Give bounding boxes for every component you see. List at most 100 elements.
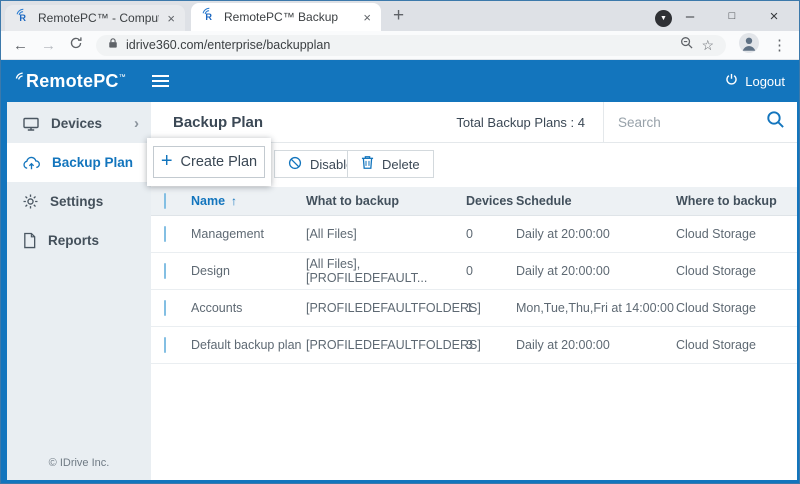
sidebar-item-label: Settings [50, 194, 103, 209]
remotepc-favicon: R [201, 7, 216, 27]
search-icon[interactable] [766, 110, 785, 134]
table-row[interactable]: Default backup plan [PROFILEDEFAULTFOLDE… [151, 327, 797, 364]
page-title: Backup Plan [151, 114, 263, 131]
row-checkbox[interactable] [164, 226, 166, 242]
row-checkbox[interactable] [164, 300, 166, 316]
table-row[interactable]: Accounts [PROFILEDEFAULTFOLDERS] 1 Mon,T… [151, 290, 797, 327]
cell-schedule: Mon,Tue,Thu,Fri at 14:00:00 [516, 301, 676, 315]
column-header-schedule[interactable]: Schedule [516, 194, 676, 208]
maximize-icon[interactable]: □ [711, 10, 753, 22]
tab-title: RemotePC™ - Computers [38, 11, 159, 25]
browser-toolbar: ← → idrive360.com/enterprise/backupplan … [1, 31, 799, 60]
total-backup-plans: Total Backup Plans : 4 [456, 115, 585, 130]
table-row[interactable]: Design [All Files],[PROFILEDEFAULT... 0 … [151, 253, 797, 290]
search-input[interactable] [616, 114, 758, 131]
sidebar-item-reports[interactable]: Reports [7, 221, 151, 260]
tab-close-icon[interactable]: × [167, 12, 175, 25]
cell-where-to-backup: Cloud Storage [676, 227, 797, 241]
cell-name: Accounts [191, 301, 306, 315]
cell-devices: 0 [466, 264, 516, 278]
app-body: Devices › Backup Plan Settings Reports [1, 102, 799, 483]
plus-icon: + [161, 151, 173, 171]
chevron-right-icon: › [134, 115, 139, 132]
cell-schedule: Daily at 20:00:00 [516, 338, 676, 352]
copyright-text: © IDrive Inc. [7, 457, 151, 469]
row-checkbox[interactable] [164, 263, 166, 279]
cloud-upload-icon [22, 155, 41, 171]
disable-icon [288, 156, 302, 173]
sidebar-item-settings[interactable]: Settings [7, 182, 151, 221]
sidebar-item-label: Reports [48, 233, 99, 248]
create-plan-label: Create Plan [181, 154, 258, 170]
cell-what-to-backup: [All Files],[PROFILEDEFAULT... [306, 257, 466, 285]
trash-icon [361, 155, 374, 173]
row-checkbox[interactable] [164, 337, 166, 353]
tab-title: RemotePC™ Backup [224, 10, 355, 24]
main-content: Backup Plan Total Backup Plans : 4 + Cre… [151, 102, 797, 480]
table-header: Name ↑ What to backup Devices Schedule W… [151, 187, 797, 216]
sidebar-item-label: Devices [51, 116, 102, 131]
cell-name: Management [191, 227, 306, 241]
cell-name: Default backup plan [191, 338, 306, 352]
column-header-where-to-backup[interactable]: Where to backup [676, 194, 797, 208]
window-close-icon[interactable]: × [753, 8, 795, 25]
svg-text:R: R [19, 13, 26, 23]
back-icon[interactable]: ← [13, 38, 28, 53]
profile-avatar-icon[interactable] [739, 33, 759, 58]
create-plan-callout: + Create Plan [147, 138, 271, 186]
new-tab-icon[interactable]: + [393, 6, 404, 25]
document-icon [22, 232, 37, 249]
address-bar[interactable]: idrive360.com/enterprise/backupplan ☆ [96, 35, 726, 56]
create-plan-button[interactable]: + Create Plan [153, 146, 265, 178]
remotepc-logo: RemotePC ™ [15, 71, 126, 92]
refresh-icon[interactable] [69, 36, 83, 55]
zoom-indicator-icon[interactable] [680, 36, 693, 54]
tab-strip: R RemotePC™ - Computers × R RemotePC™ Ba… [1, 1, 799, 31]
app-header: RemotePC ™ Logout [1, 60, 799, 102]
sort-asc-icon: ↑ [231, 194, 237, 208]
tab-remotepc-computers[interactable]: R RemotePC™ - Computers × [5, 5, 185, 31]
cell-what-to-backup: [PROFILEDEFAULTFOLDERS] [306, 301, 466, 315]
browser-menu-icon[interactable]: ⋮ [772, 38, 787, 53]
sidebar-item-backup-plan[interactable]: Backup Plan [7, 143, 151, 182]
svg-text:R: R [205, 12, 212, 22]
gear-icon [22, 193, 39, 210]
table-row[interactable]: Management [All Files] 0 Daily at 20:00:… [151, 216, 797, 253]
cell-where-to-backup: Cloud Storage [676, 338, 797, 352]
window-controls: – □ × [669, 1, 795, 31]
brand-name: RemotePC [26, 71, 119, 92]
column-header-name[interactable]: Name ↑ [191, 194, 306, 208]
brand-trademark: ™ [119, 74, 126, 81]
logout-label: Logout [745, 74, 785, 89]
delete-button[interactable]: Delete [347, 150, 434, 178]
logout-button[interactable]: Logout [725, 73, 785, 89]
column-header-devices[interactable]: Devices [466, 194, 516, 208]
cell-schedule: Daily at 20:00:00 [516, 227, 676, 241]
url-text: idrive360.com/enterprise/backupplan [126, 38, 330, 52]
cell-devices: 0 [466, 227, 516, 241]
column-header-what-to-backup[interactable]: What to backup [306, 194, 466, 208]
tab-close-icon[interactable]: × [363, 11, 371, 24]
remotepc-favicon: R [15, 8, 30, 28]
tab-remotepc-backup[interactable]: R RemotePC™ Backup × [191, 3, 381, 31]
cell-where-to-backup: Cloud Storage [676, 301, 797, 315]
sidebar-item-devices[interactable]: Devices › [7, 104, 151, 143]
content-header: Backup Plan Total Backup Plans : 4 [151, 102, 797, 143]
cell-name: Design [191, 264, 306, 278]
cell-what-to-backup: [All Files] [306, 227, 466, 241]
hamburger-menu-icon[interactable] [152, 75, 169, 87]
power-icon [725, 73, 738, 89]
lock-icon[interactable] [108, 36, 118, 54]
sidebar: Devices › Backup Plan Settings Reports [7, 102, 151, 480]
select-all-checkbox[interactable] [164, 193, 166, 209]
plan-toolbar: + Create Plan Disable Delete [151, 143, 797, 187]
bookmark-star-icon[interactable]: ☆ [701, 38, 714, 52]
cell-what-to-backup: [PROFILEDEFAULTFOLDERS] [306, 338, 466, 352]
monitor-icon [22, 115, 40, 133]
cell-schedule: Daily at 20:00:00 [516, 264, 676, 278]
cell-devices: 3 [466, 338, 516, 352]
browser-window: R RemotePC™ - Computers × R RemotePC™ Ba… [0, 0, 800, 484]
minimize-icon[interactable]: – [669, 8, 711, 25]
sidebar-item-label: Backup Plan [52, 155, 133, 170]
forward-icon[interactable]: → [41, 38, 56, 53]
